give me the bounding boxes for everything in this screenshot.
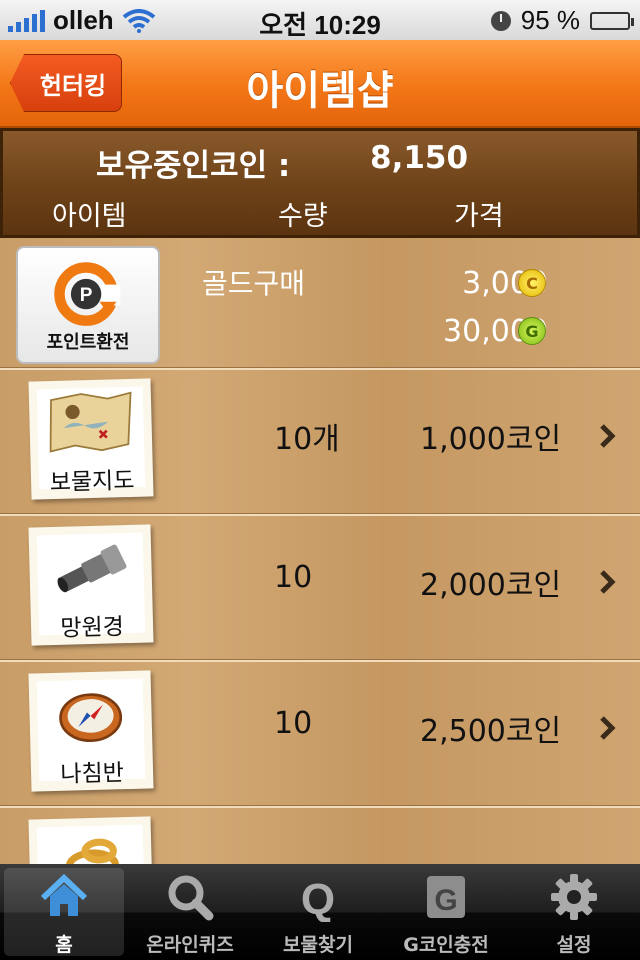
q-icon: Q bbox=[301, 875, 335, 922]
tab-label: 홈 bbox=[55, 934, 73, 956]
list-item[interactable]: 보물지도 10개 1,000코인 bbox=[0, 370, 640, 516]
item-price: 2,500코인 bbox=[420, 714, 562, 749]
svg-text:Q: Q bbox=[301, 875, 335, 922]
tab-online-quiz[interactable]: 온라인퀴즈 bbox=[130, 868, 250, 956]
gear-icon bbox=[551, 874, 597, 920]
nav-bar: 헌터킹 아이템샵 bbox=[0, 40, 640, 128]
chevron-right-icon bbox=[600, 424, 616, 448]
status-bar: olleh 오전 10:29 95 % bbox=[0, 0, 640, 40]
item-thumbnail: 보물지도 bbox=[28, 378, 154, 500]
coin-balance-value: 8,150 bbox=[370, 140, 469, 176]
g-coin-icon: G bbox=[518, 317, 546, 345]
svg-text:P: P bbox=[80, 285, 93, 306]
column-header-quantity: 수량 bbox=[278, 201, 328, 232]
gold-purchase-label: 골드구매 bbox=[202, 267, 306, 300]
chevron-right-icon bbox=[600, 716, 616, 740]
point-exchange-button[interactable]: P 포인트환전 bbox=[16, 246, 160, 364]
coin-balance-label: 보유중인코인 : bbox=[96, 148, 291, 184]
tab-treasure-hunt[interactable]: Q 보물찾기 bbox=[258, 868, 378, 956]
telescope-icon bbox=[57, 544, 127, 593]
rope-icon bbox=[65, 838, 120, 864]
column-header-price: 가격 bbox=[454, 201, 504, 232]
c-coin-icon: C bbox=[518, 269, 546, 297]
tab-bar: 홈 온라인퀴즈 Q 보물찾기 G G코인충전 설정 bbox=[0, 864, 640, 960]
item-thumbnail: 망원경 bbox=[28, 524, 154, 646]
item-name: 망원경 bbox=[60, 614, 125, 642]
point-exchange-icon: P bbox=[54, 262, 121, 326]
compass-icon bbox=[59, 693, 123, 743]
item-thumbnail: 나침반 bbox=[28, 670, 154, 792]
tab-home[interactable]: 홈 bbox=[4, 868, 124, 956]
list-item-partial[interactable] bbox=[0, 808, 640, 864]
item-quantity: 10 bbox=[274, 560, 313, 595]
home-icon bbox=[40, 873, 88, 916]
gold-purchase-row: P 포인트환전 골드구매 3,000 C 30,000 G bbox=[0, 238, 640, 370]
list-item[interactable]: 나침반 10 2,500코인 bbox=[0, 662, 640, 808]
item-price: 2,000코인 bbox=[420, 568, 562, 603]
tab-settings[interactable]: 설정 bbox=[514, 868, 634, 956]
column-header-item: 아이템 bbox=[52, 201, 127, 232]
chevron-right-icon bbox=[600, 570, 616, 594]
item-price: 1,000코인 bbox=[420, 422, 562, 457]
clock-icon bbox=[490, 10, 511, 31]
battery-percent: 95 % bbox=[520, 5, 580, 35]
search-icon bbox=[168, 875, 214, 921]
tab-g-coin-charge[interactable]: G G코인충전 bbox=[386, 868, 506, 956]
svg-text:G: G bbox=[434, 884, 457, 917]
battery-icon bbox=[590, 11, 634, 30]
item-name: 나침반 bbox=[60, 760, 125, 788]
tab-label: 설정 bbox=[556, 934, 592, 956]
status-right: 95 % bbox=[490, 5, 634, 36]
page-title: 아이템샵 bbox=[246, 68, 394, 114]
item-quantity: 10개 bbox=[274, 422, 340, 457]
item-thumbnail bbox=[28, 816, 154, 864]
treasure-map-icon bbox=[49, 391, 132, 453]
g-coin-icon: G bbox=[427, 876, 465, 918]
tab-label: 보물찾기 bbox=[283, 934, 353, 956]
tab-label: 온라인퀴즈 bbox=[146, 934, 234, 956]
tab-label: G코인충전 bbox=[403, 934, 489, 956]
coin-header: 보유중인코인 : 8,150 아이템 수량 가격 bbox=[0, 128, 640, 238]
item-list[interactable]: P 포인트환전 골드구매 3,000 C 30,000 G 보물지도 10개 1… bbox=[0, 238, 640, 864]
item-quantity: 10 bbox=[274, 706, 313, 741]
list-item[interactable]: 망원경 10 2,000코인 bbox=[0, 516, 640, 662]
item-name: 보물지도 bbox=[49, 467, 135, 497]
point-exchange-label: 포인트환전 bbox=[46, 332, 130, 353]
